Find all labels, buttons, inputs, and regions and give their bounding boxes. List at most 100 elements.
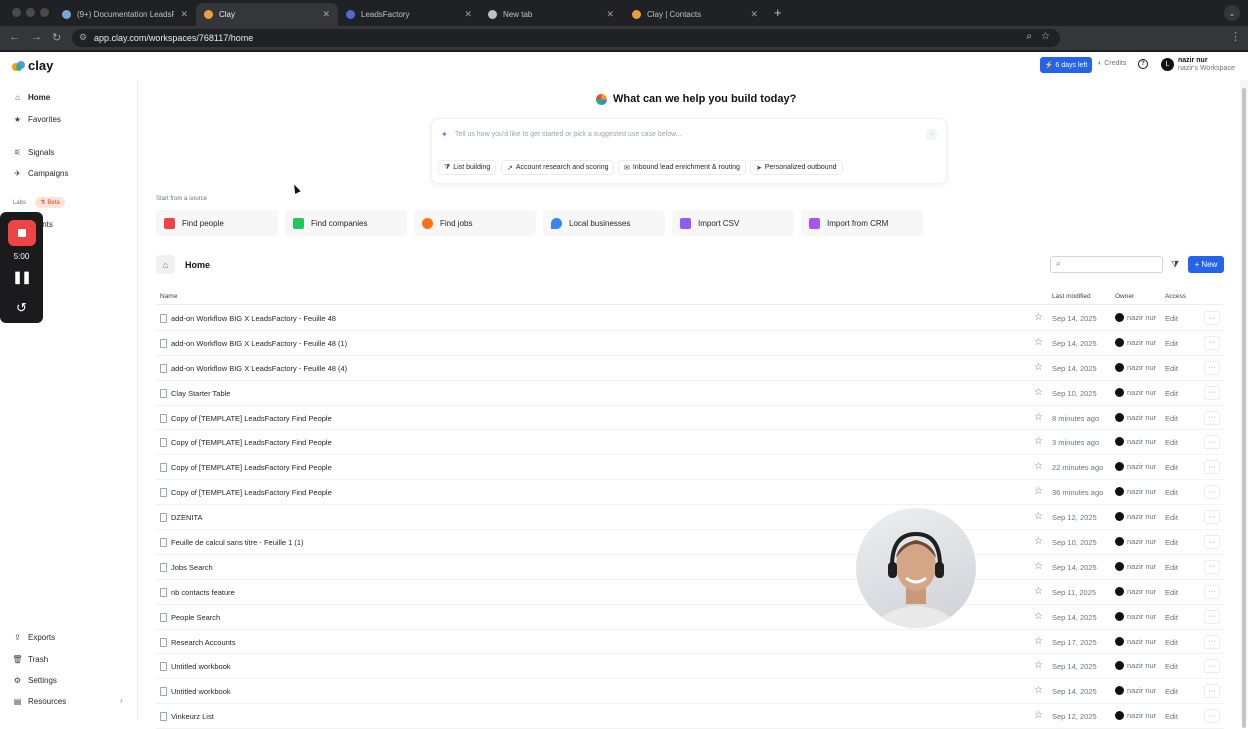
page-scrollbar[interactable] [1240, 80, 1248, 728]
restart-icon[interactable]: ↺ [0, 300, 43, 316]
workbook-name[interactable]: DZENITA [171, 513, 203, 522]
access-value[interactable]: Edit [1165, 339, 1178, 348]
table-row[interactable]: Copy of [TEMPLATE] LeadsFactory Find Peo… [156, 455, 1224, 481]
favorite-star-icon[interactable]: ☆ [1034, 312, 1043, 323]
more-options-button[interactable]: ··· [1204, 485, 1220, 500]
favorite-star-icon[interactable]: ☆ [1034, 387, 1043, 398]
access-value[interactable]: Edit [1165, 314, 1178, 323]
favorite-star-icon[interactable]: ☆ [1034, 685, 1043, 696]
table-row[interactable]: People Search ☆ Sep 14, 2025 nazir nur Edit ·… [156, 605, 1224, 630]
table-row[interactable]: add-on Workflow BIG X LeadsFactory - Feu… [156, 356, 1224, 381]
access-value[interactable]: Edit [1165, 488, 1178, 497]
new-tab-button[interactable]: + [774, 5, 782, 20]
favorite-star-icon[interactable]: ☆ [1034, 536, 1043, 547]
sidebar-item-home[interactable]: ⌂ Home [13, 93, 50, 102]
favorite-star-icon[interactable]: ☆ [1034, 586, 1043, 597]
favorite-star-icon[interactable]: ☆ [1034, 337, 1043, 348]
workbook-name[interactable]: Untitled workbook [171, 687, 231, 696]
forward-arrow-icon[interactable]: → [31, 31, 42, 43]
browser-tab-documentation[interactable]: (9+) Documentation LeadsFa ✕ [54, 3, 196, 26]
access-value[interactable]: Edit [1165, 538, 1178, 547]
new-button[interactable]: + New [1188, 256, 1224, 273]
close-icon[interactable]: ✕ [322, 9, 330, 20]
workbook-name[interactable]: Jobs Search [171, 563, 213, 572]
trial-days-button[interactable]: ⚡ 6 days left [1040, 57, 1092, 73]
workbook-name[interactable]: Clay Starter Table [171, 389, 230, 398]
more-options-button[interactable]: ··· [1204, 584, 1220, 599]
more-options-button[interactable]: ··· [1204, 535, 1220, 550]
table-row[interactable]: nb contacts feature ☆ Sep 11, 2025 nazir nu… [156, 580, 1224, 605]
workbook-name[interactable]: Copy of [TEMPLATE] LeadsFactory Find Peo… [171, 488, 332, 497]
table-row[interactable]: Feuille de calcul sans titre - Feuille 1… [156, 530, 1224, 555]
access-value[interactable]: Edit [1165, 513, 1178, 522]
source-local-businesses[interactable]: Local businesses [543, 210, 665, 236]
window-minimize-button[interactable] [26, 8, 35, 17]
filter-icon[interactable]: ⧩ [1171, 259, 1179, 270]
sidebar-item-settings[interactable]: ⚙ Settings [13, 676, 57, 685]
more-options-button[interactable]: ··· [1204, 360, 1220, 375]
close-icon[interactable]: ✕ [180, 9, 188, 20]
table-row[interactable]: Untitled workbook ☆ Sep 14, 2025 nazir nur E… [156, 654, 1224, 680]
access-value[interactable]: Edit [1165, 638, 1178, 647]
sidebar-item-favorites[interactable]: ★ Favorites [13, 115, 61, 124]
clay-logo[interactable]: clay [12, 58, 53, 73]
table-row[interactable]: Jobs Search ☆ Sep 14, 2025 nazir nur Edit ··· [156, 555, 1224, 580]
suggestion-chip-account-research[interactable]: ↗ Account research and scoring [501, 160, 615, 175]
column-header-name[interactable]: Name [160, 293, 177, 300]
more-options-button[interactable]: ··· [1204, 311, 1220, 325]
access-value[interactable]: Edit [1165, 613, 1178, 622]
workbook-name[interactable]: Copy of [TEMPLATE] LeadsFactory Find Peo… [171, 463, 332, 472]
more-options-button[interactable]: ··· [1204, 410, 1220, 425]
workbook-name[interactable]: Untitled workbook [171, 662, 231, 671]
column-header-owner[interactable]: Owner [1115, 293, 1134, 300]
chevron-right-icon[interactable]: › [120, 696, 123, 705]
workbook-name[interactable]: Feuille de calcul sans titre - Feuille 1… [171, 538, 304, 547]
more-options-button[interactable]: ··· [1204, 634, 1220, 649]
favorite-star-icon[interactable]: ☆ [1034, 486, 1043, 497]
address-bar[interactable]: ⚙ app.clay.com/workspaces/768117/home ⌕ … [72, 29, 1060, 47]
suggestion-chip-list-building[interactable]: ⧩ List building [438, 160, 497, 175]
close-icon[interactable]: ✕ [606, 9, 614, 20]
access-value[interactable]: Edit [1165, 414, 1178, 423]
more-options-button[interactable]: ··· [1204, 510, 1220, 525]
browser-tab-leadsfactory[interactable]: LeadsFactory ✕ [338, 3, 480, 26]
table-row[interactable]: Copy of [TEMPLATE] LeadsFactory Find Peo… [156, 480, 1224, 506]
access-value[interactable]: Edit [1165, 687, 1178, 696]
table-row[interactable]: DZENITA ☆ Sep 12, 2025 nazir nur Edit ··· [156, 505, 1224, 531]
workbook-name[interactable]: nb contacts feature [171, 588, 235, 597]
source-find-jobs[interactable]: Find jobs [414, 210, 536, 236]
column-header-access[interactable]: Access [1165, 293, 1186, 300]
credits-button[interactable]: ◐ Credits [1098, 60, 1126, 67]
back-arrow-icon[interactable]: ← [9, 31, 20, 43]
prompt-placeholder[interactable]: Tell us how you'd like to get started or… [455, 131, 682, 138]
more-options-button[interactable]: ··· [1204, 385, 1220, 400]
window-close-button[interactable] [12, 8, 21, 17]
access-value[interactable]: Edit [1165, 563, 1178, 572]
favorite-star-icon[interactable]: ☆ [1034, 461, 1043, 472]
zoom-icon[interactable]: ⌕ [1026, 31, 1032, 42]
browser-menu-icon[interactable]: ⋮ [1230, 30, 1241, 43]
help-icon[interactable]: ? [1138, 59, 1148, 69]
more-options-button[interactable]: ··· [1204, 659, 1220, 674]
suggestion-chip-inbound-lead[interactable]: ✉ Inbound lead enrichment & routing [618, 160, 746, 175]
site-settings-icon[interactable]: ⚙ [79, 32, 87, 43]
access-value[interactable]: Edit [1165, 588, 1178, 597]
source-import-crm[interactable]: Import from CRM [801, 210, 923, 236]
access-value[interactable]: Edit [1165, 662, 1178, 671]
pause-icon[interactable]: ❚❚ [0, 270, 43, 284]
window-maximize-button[interactable] [40, 8, 49, 17]
scrollbar-thumb[interactable] [1242, 88, 1246, 728]
source-find-companies[interactable]: Find companies [285, 210, 407, 236]
access-value[interactable]: Edit [1165, 463, 1178, 472]
send-arrow-icon[interactable]: ↑ [926, 129, 937, 140]
search-input[interactable]: ⌕ [1050, 256, 1163, 273]
close-icon[interactable]: ✕ [464, 9, 472, 20]
bookmark-star-icon[interactable]: ☆ [1041, 31, 1050, 42]
access-value[interactable]: Edit [1165, 438, 1178, 447]
access-value[interactable]: Edit [1165, 364, 1178, 373]
more-options-button[interactable]: ··· [1204, 609, 1220, 624]
table-row[interactable]: Clay Starter Table ☆ Sep 10, 2025 nazir nur… [156, 381, 1224, 406]
favorite-star-icon[interactable]: ☆ [1034, 660, 1043, 671]
workbook-name[interactable]: Research Accounts [171, 638, 236, 647]
favorite-star-icon[interactable]: ☆ [1034, 636, 1043, 647]
